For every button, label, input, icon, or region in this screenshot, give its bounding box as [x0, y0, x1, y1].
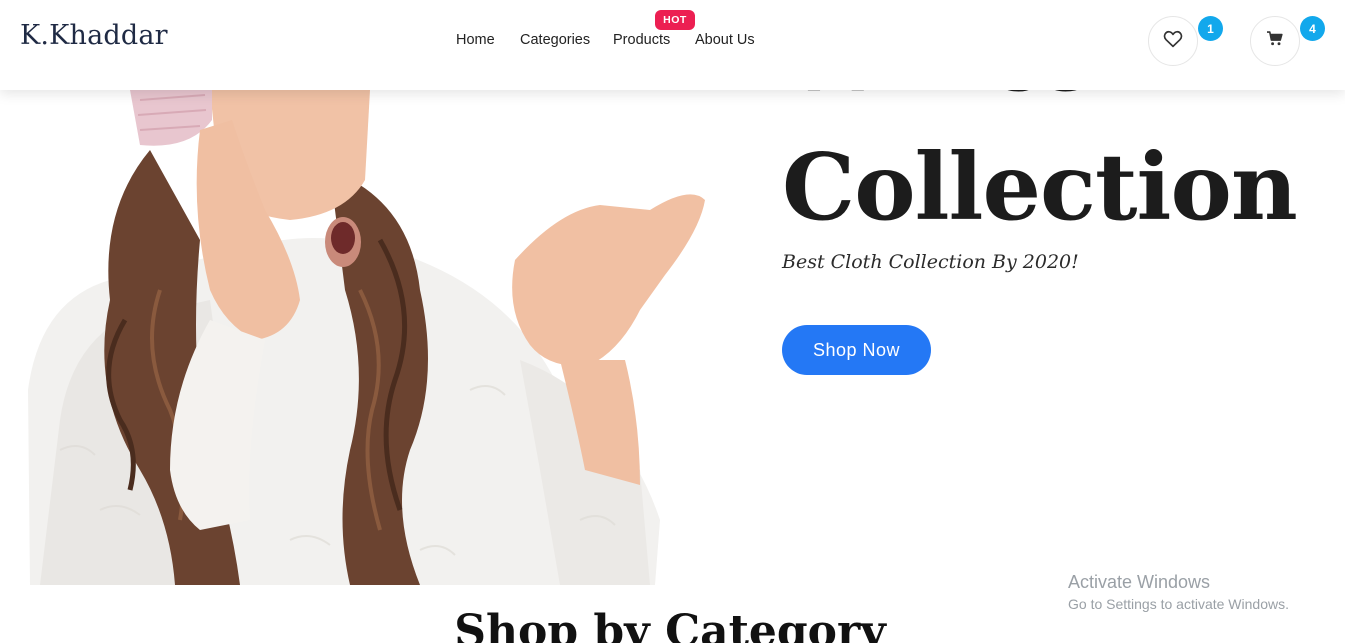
nav-item-about-us[interactable]: About Us — [695, 32, 755, 48]
cart-icon — [1267, 31, 1283, 51]
cart-count-badge: 4 — [1300, 16, 1325, 41]
thumb-hand-shape — [512, 194, 705, 366]
wishlist-button[interactable] — [1148, 16, 1198, 66]
cart-button[interactable] — [1250, 16, 1300, 66]
hero-title-line2: Collection — [782, 133, 1298, 241]
nav-item-categories[interactable]: Categories — [520, 32, 590, 48]
hero-subtitle: Best Cloth Collection By 2020! — [782, 251, 1079, 273]
windows-activation-watermark: Activate Windows Go to Settings to activ… — [1068, 572, 1289, 612]
hot-badge: HOT — [655, 10, 695, 30]
site-header: K.Khaddar Home Categories Products About… — [0, 0, 1345, 90]
site-logo[interactable]: K.Khaddar — [20, 20, 168, 51]
shop-now-button[interactable]: Shop Now — [782, 325, 931, 375]
hero-image — [0, 90, 720, 585]
nav-item-home[interactable]: Home — [456, 32, 495, 48]
nav-item-products[interactable]: Products — [613, 32, 670, 48]
watermark-title: Activate Windows — [1068, 572, 1211, 592]
watermark-subtitle: Go to Settings to activate Windows. — [1068, 596, 1289, 612]
heart-icon — [1163, 30, 1183, 53]
wishlist-count-badge: 1 — [1198, 16, 1223, 41]
